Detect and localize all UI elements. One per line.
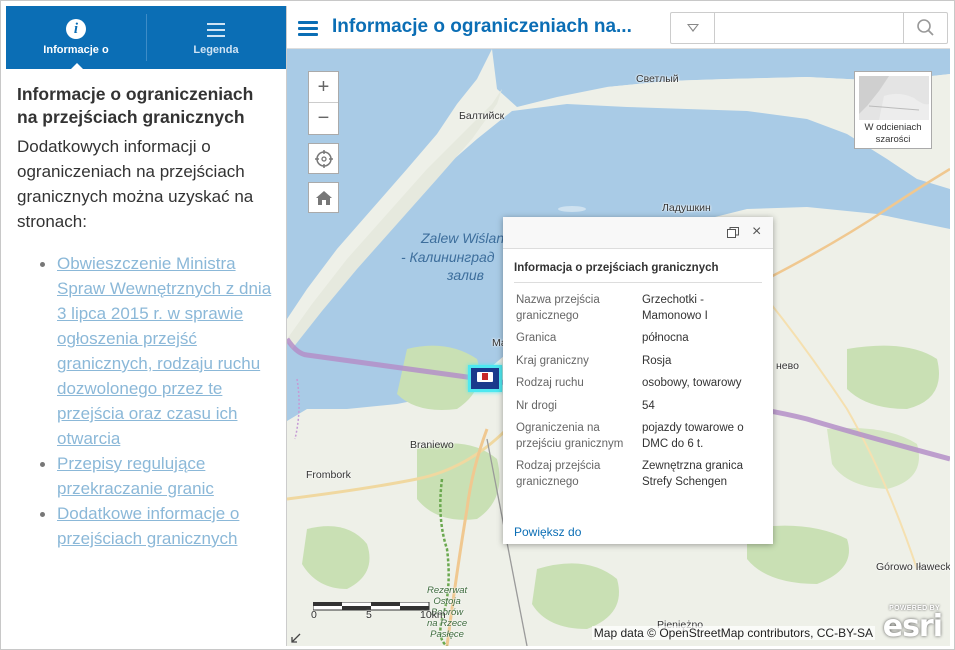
attribute-value: Zewnętrzna granica Strefy Schengen <box>641 460 743 488</box>
attribute-row: Kraj graniczny Rosja <box>514 351 762 374</box>
attribute-key: Rodzaj ruchu <box>516 377 584 389</box>
scale-label-10km: 10km <box>420 609 446 621</box>
map-label-braniewo: Braniewo <box>410 439 454 451</box>
home-icon <box>315 190 332 205</box>
attribute-value: 54 <box>641 399 655 412</box>
tab-legend[interactable]: Legenda <box>146 6 286 69</box>
search-box <box>670 12 948 44</box>
esri-logo: POWERED BY esri <box>880 605 946 645</box>
border-crossing-marker[interactable] <box>468 365 502 392</box>
maximize-icon[interactable] <box>727 227 739 238</box>
panel-intro: Dodatkowych informacji o ograniczeniach … <box>17 137 254 231</box>
zoom-out-button[interactable]: − <box>309 103 338 134</box>
tab-legend-label: Legenda <box>193 43 239 56</box>
map-label-ladushkin: Ладушкин <box>662 202 711 214</box>
attribute-row: Rodzaj ruchu osobowy, towarowy <box>514 373 762 396</box>
basemap-thumbnail <box>859 76 929 120</box>
app-window: i Informacje o Legenda Informacje o ogra… <box>0 0 955 650</box>
attribute-key: Rodzaj przejścia granicznego <box>516 460 601 488</box>
scale-bar <box>312 601 433 619</box>
info-icon: i <box>66 19 86 39</box>
home-button[interactable] <box>308 182 339 213</box>
list-icon <box>207 22 225 37</box>
attribute-row: Ograniczenia na przejściu granicznym poj… <box>514 418 762 456</box>
attribute-key: Nr drogi <box>516 399 557 412</box>
search-button[interactable] <box>903 13 947 43</box>
scale-label-0: 0 <box>311 609 317 621</box>
tab-about[interactable]: i Informacje o <box>6 6 146 70</box>
scale-label-5: 5 <box>366 609 372 621</box>
sidebar: i Informacje o Legenda Informacje o ogra… <box>6 6 287 646</box>
map-view[interactable]: Светлый Балтийск Ладушкин Zalew Wiślan -… <box>287 49 950 646</box>
attribute-key: Ograniczenia na przejściu granicznym <box>516 422 624 450</box>
feature-popup: × Informacja o przejściach granicznych N… <box>503 217 773 544</box>
attribute-key: Kraj graniczny <box>516 354 589 367</box>
panel-title: Informacje o ograniczeniach na przejścia… <box>17 84 254 127</box>
expand-icon[interactable] <box>290 632 302 644</box>
about-panel: Informacje o ograniczeniach na przejścia… <box>6 69 286 551</box>
close-icon[interactable]: × <box>752 223 761 241</box>
locate-icon <box>314 149 333 168</box>
attribute-value: północna <box>641 332 689 344</box>
link-obwieszczenie[interactable]: Obwieszczenie Ministra Spraw Wewnętrznyc… <box>40 251 276 451</box>
popup-header: × <box>503 217 773 249</box>
app-title: Informacje o ograniczeniach na... <box>332 16 632 37</box>
attribute-row: Rodzaj przejścia granicznego Zewnętrzna … <box>514 456 762 494</box>
attribute-row: Nr drogi 54 <box>514 396 762 419</box>
popup-divider <box>514 282 762 283</box>
attribute-value: pojazdy towarowe o DMC do 6 t. <box>641 422 744 450</box>
popup-attributes: Nazwa przejścia granicznego Grzechotki -… <box>514 290 762 494</box>
zoom-control: + − <box>308 71 339 135</box>
map-label-evo: нево <box>776 360 799 372</box>
map-label-zalew-1: Zalew Wiślan <box>421 230 505 246</box>
esri-wordmark: esri <box>882 609 943 644</box>
attribute-key: Granica <box>516 332 557 344</box>
app-header: Informacje o ograniczeniach na... <box>287 6 950 49</box>
map-label-frombork: Frombork <box>306 469 351 481</box>
map-label-zalew-2: - Калининград <box>401 249 495 265</box>
link-dodatkowe-informacje[interactable]: Dodatkowe informacje o przejściach grani… <box>40 501 276 551</box>
attribute-key: Nazwa przejścia granicznego <box>516 294 600 322</box>
tab-about-label: Informacje o <box>43 44 109 56</box>
attribute-value: osobowy, towarowy <box>641 377 742 389</box>
sidebar-tabs: i Informacje o Legenda <box>6 6 286 70</box>
attribute-value: Rosja <box>641 354 672 367</box>
attribute-row: Granica północna <box>514 328 762 351</box>
zoom-to-link[interactable]: Powiększ do <box>514 525 581 539</box>
link-list: Obwieszczenie Ministra Spraw Wewnętrznyc… <box>17 251 276 551</box>
active-tab-pointer <box>70 63 84 70</box>
search-input[interactable] <box>716 13 902 43</box>
locate-button[interactable] <box>308 143 339 174</box>
link-przepisy[interactable]: Przepisy regulujące przekraczanie granic <box>40 451 276 501</box>
search-icon <box>917 19 934 36</box>
zoom-in-button[interactable]: + <box>309 72 338 103</box>
menu-icon[interactable] <box>298 21 318 36</box>
attribute-row: Nazwa przejścia granicznego Grzechotki -… <box>514 290 762 328</box>
map-attribution: Map data © OpenStreetMap contributors, C… <box>591 626 875 640</box>
popup-title: Informacja o przejściach granicznych <box>514 262 719 274</box>
search-source-dropdown[interactable] <box>671 13 715 43</box>
basemap-label: W odcieniach szarości <box>864 122 922 145</box>
map-label-baltiysk: Балтийск <box>459 110 505 122</box>
map-label-gorowo: Górowo Iławeckie <box>876 561 950 573</box>
attribute-value: Grzechotki - Mamonowo I <box>641 294 708 322</box>
map-label-svetly: Светлый <box>636 73 679 85</box>
map-label-zalew-3: залив <box>447 267 484 283</box>
basemap-toggle[interactable]: W odcieniach szarości <box>854 71 932 149</box>
